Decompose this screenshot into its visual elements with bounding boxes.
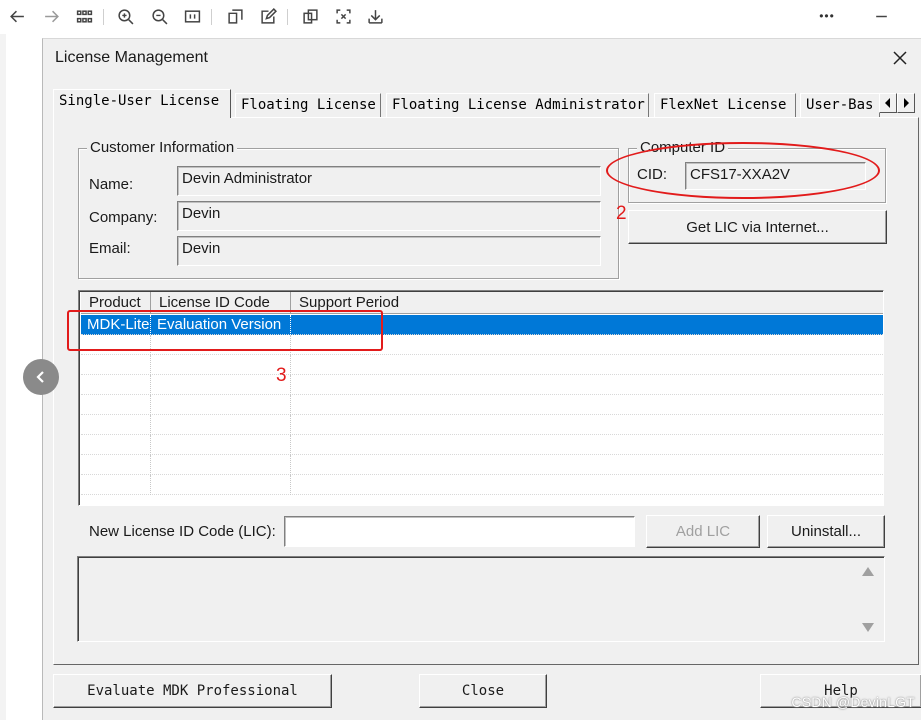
name-field: Devin Administrator <box>177 166 601 196</box>
crop-icon[interactable] <box>224 5 246 27</box>
chevron-left-icon <box>36 371 44 383</box>
annotation-number-2: 2 <box>616 203 627 224</box>
dialog-title: License Management <box>55 49 208 66</box>
zoom-in-icon[interactable] <box>114 5 136 27</box>
empty-row <box>81 375 883 395</box>
tab-single-user-license[interactable]: Single-User License <box>53 89 231 118</box>
annotation-ellipse-cid <box>606 142 880 199</box>
tab-floating-license[interactable]: Floating License <box>235 93 381 117</box>
edit-icon[interactable] <box>257 5 279 27</box>
zoom-out-icon[interactable] <box>148 5 170 27</box>
toolbar-separator <box>287 9 288 25</box>
watermark: CSDN @DevinLGT <box>791 694 915 710</box>
previous-image-button[interactable] <box>23 359 59 395</box>
email-label: Email: <box>89 240 131 257</box>
new-lic-label: New License ID Code (LIC): <box>89 523 276 540</box>
tab-flexnet-license[interactable]: FlexNet License <box>654 93 796 117</box>
scroll-down-icon[interactable] <box>862 623 874 632</box>
message-area <box>77 556 885 642</box>
toolbar-separator <box>103 9 104 25</box>
tab-scroll-right-icon[interactable] <box>897 93 915 113</box>
actual-size-icon[interactable] <box>181 5 203 27</box>
forward-arrow-icon[interactable] <box>40 5 62 27</box>
name-label: Name: <box>89 176 134 193</box>
email-field: Devin <box>177 236 601 266</box>
new-lic-input[interactable] <box>284 516 635 547</box>
empty-row <box>81 475 883 495</box>
viewer-toolbar: ••• <box>0 0 921 34</box>
grid-view-icon[interactable] <box>73 5 95 27</box>
minimize-icon[interactable] <box>870 5 892 27</box>
annotation-box-license-row <box>67 310 383 351</box>
tab-user-based[interactable]: User-Bas <box>800 93 880 117</box>
empty-row <box>81 355 883 375</box>
download-icon[interactable] <box>364 5 386 27</box>
empty-row <box>81 395 883 415</box>
empty-row <box>81 455 883 475</box>
page-side-strip <box>0 34 6 720</box>
tab-floating-license-administrator[interactable]: Floating License Administrator <box>386 93 649 117</box>
license-tabs: Single-User License Floating License Flo… <box>53 89 915 118</box>
fullscreen-icon[interactable] <box>332 5 354 27</box>
copy-icon[interactable] <box>299 5 321 27</box>
close-button[interactable]: Close <box>419 674 547 708</box>
tab-scroll-left-icon[interactable] <box>879 93 897 113</box>
empty-row <box>81 435 883 455</box>
tab-scroll-arrows <box>879 93 915 113</box>
back-arrow-icon[interactable] <box>6 5 28 27</box>
evaluate-mdk-professional-button[interactable]: Evaluate MDK Professional <box>53 674 332 708</box>
close-icon[interactable] <box>889 47 911 69</box>
company-field: Devin <box>177 201 601 231</box>
add-lic-button[interactable]: Add LIC <box>646 515 760 548</box>
annotation-number-3: 3 <box>276 365 287 386</box>
uninstall-button[interactable]: Uninstall... <box>767 515 885 548</box>
more-icon[interactable]: ••• <box>816 5 838 27</box>
customer-information-legend: Customer Information <box>87 139 238 156</box>
message-scrollbar[interactable] <box>854 559 882 639</box>
toolbar-separator <box>211 9 212 25</box>
empty-row <box>81 415 883 435</box>
get-lic-via-internet-button[interactable]: Get LIC via Internet... <box>628 210 887 244</box>
company-label: Company: <box>89 209 158 226</box>
scroll-up-icon[interactable] <box>862 567 874 576</box>
